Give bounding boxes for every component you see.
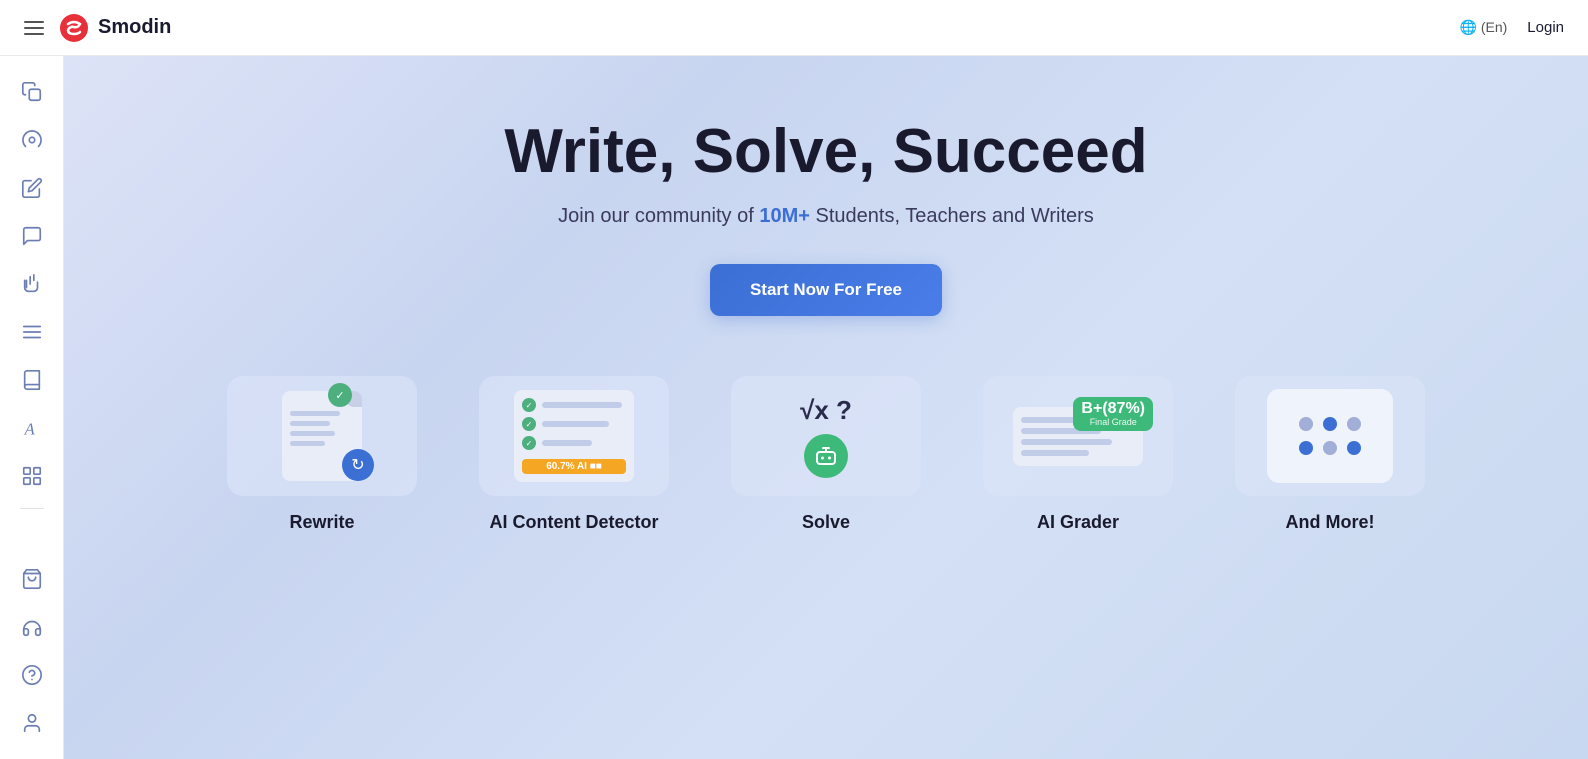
feature-card-more: And More! [1220, 376, 1440, 533]
sidebar-item-copy[interactable] [12, 72, 52, 112]
navbar-right: 🌐 (En) Login [1460, 19, 1564, 36]
ai-percentage-badge: 60.7% AI ■■ [522, 459, 626, 474]
grade-sub-text: Final Grade [1090, 417, 1137, 427]
dot3 [1347, 417, 1361, 431]
line2 [290, 421, 330, 426]
sidebar-item-hand[interactable] [12, 264, 52, 304]
feature-card-solve: √x ? Solve [716, 376, 936, 533]
sidebar: A [0, 56, 64, 759]
more-inner [1267, 389, 1393, 483]
solve-illustration: √x ? [731, 376, 921, 496]
feature-card-grader: B+(87%) Final Grade AI Grader [968, 376, 1188, 533]
logo-text: Smodin [98, 16, 171, 39]
detector-row3: ✓ [522, 436, 626, 450]
detector-row2: ✓ [522, 417, 626, 431]
grade-badge: B+(87%) Final Grade [1073, 397, 1153, 431]
hamburger-menu-button[interactable] [24, 21, 44, 35]
rewrite-illustration: ↻ ✓ [227, 376, 417, 496]
solve-robot-icon [804, 434, 848, 478]
features-row: ↻ ✓ Rewrite ✓ [212, 376, 1440, 533]
login-button[interactable]: Login [1527, 19, 1564, 36]
sidebar-item-cart[interactable] [12, 559, 52, 599]
hero-title: Write, Solve, Succeed [504, 116, 1147, 187]
main-content: Write, Solve, Succeed Join our community… [64, 56, 1588, 759]
more-dots-grid [1291, 409, 1369, 463]
sidebar-item-chat[interactable] [12, 216, 52, 256]
hero-subtitle: Join our community of 10M+ Students, Tea… [558, 205, 1094, 228]
more-label: And More! [1286, 512, 1375, 533]
solve-math-text: √x ? [800, 395, 852, 426]
detector-row1: ✓ [522, 398, 626, 412]
line4 [290, 441, 325, 446]
grade-value: B+(87%) [1081, 401, 1145, 417]
start-now-button[interactable]: Start Now For Free [710, 264, 942, 316]
hero-section: Write, Solve, Succeed Join our community… [504, 116, 1147, 316]
det-check1: ✓ [522, 398, 536, 412]
grader-line3 [1021, 439, 1112, 445]
sidebar-item-support[interactable] [12, 607, 52, 647]
solve-inner: √x ? [800, 395, 852, 478]
grader-line4 [1021, 450, 1089, 456]
line1 [290, 411, 340, 416]
dot4 [1299, 441, 1313, 455]
grader-inner: B+(87%) Final Grade [1013, 407, 1143, 466]
rewrite-refresh-badge: ↻ [342, 449, 374, 481]
detector-label: AI Content Detector [489, 512, 658, 533]
solve-label: Solve [802, 512, 850, 533]
sidebar-item-list[interactable] [12, 312, 52, 352]
sidebar-item-book[interactable] [12, 360, 52, 400]
det-check3: ✓ [522, 436, 536, 450]
line3 [290, 431, 335, 436]
det-check2: ✓ [522, 417, 536, 431]
sidebar-item-apps[interactable] [12, 456, 52, 496]
more-illustration [1235, 376, 1425, 496]
navbar-left: Smodin [24, 12, 171, 44]
det-bar3 [542, 440, 592, 446]
dot6 [1347, 441, 1361, 455]
dot5 [1323, 441, 1337, 455]
detector-illustration: ✓ ✓ ✓ 60.7% AI ■■ [479, 376, 669, 496]
grader-label: AI Grader [1037, 512, 1119, 533]
feature-card-detector: ✓ ✓ ✓ 60.7% AI ■■ AI C [464, 376, 684, 533]
sidebar-divider [20, 508, 44, 509]
main-layout: A Write, Solve, Succeed [0, 56, 1588, 759]
sidebar-item-rewrite[interactable] [12, 120, 52, 160]
sidebar-item-edit[interactable] [12, 168, 52, 208]
grader-illustration: B+(87%) Final Grade [983, 376, 1173, 496]
feature-card-rewrite: ↻ ✓ Rewrite [212, 376, 432, 533]
smodin-logo-icon [58, 12, 90, 44]
sidebar-item-font[interactable]: A [12, 408, 52, 448]
svg-text:A: A [23, 419, 35, 438]
det-bar2 [542, 421, 609, 427]
det-bar1 [542, 402, 622, 408]
rewrite-label: Rewrite [289, 512, 354, 533]
dot1 [1299, 417, 1313, 431]
sidebar-bottom [12, 559, 52, 743]
sidebar-item-profile[interactable] [12, 703, 52, 743]
detector-inner: ✓ ✓ ✓ 60.7% AI ■■ [514, 390, 634, 482]
sidebar-item-help[interactable] [12, 655, 52, 695]
logo-container: Smodin [58, 12, 171, 44]
dot2 [1323, 417, 1337, 431]
language-button[interactable]: 🌐 (En) [1460, 19, 1508, 36]
navbar: Smodin 🌐 (En) Login [0, 0, 1588, 56]
rewrite-lines [290, 411, 340, 446]
